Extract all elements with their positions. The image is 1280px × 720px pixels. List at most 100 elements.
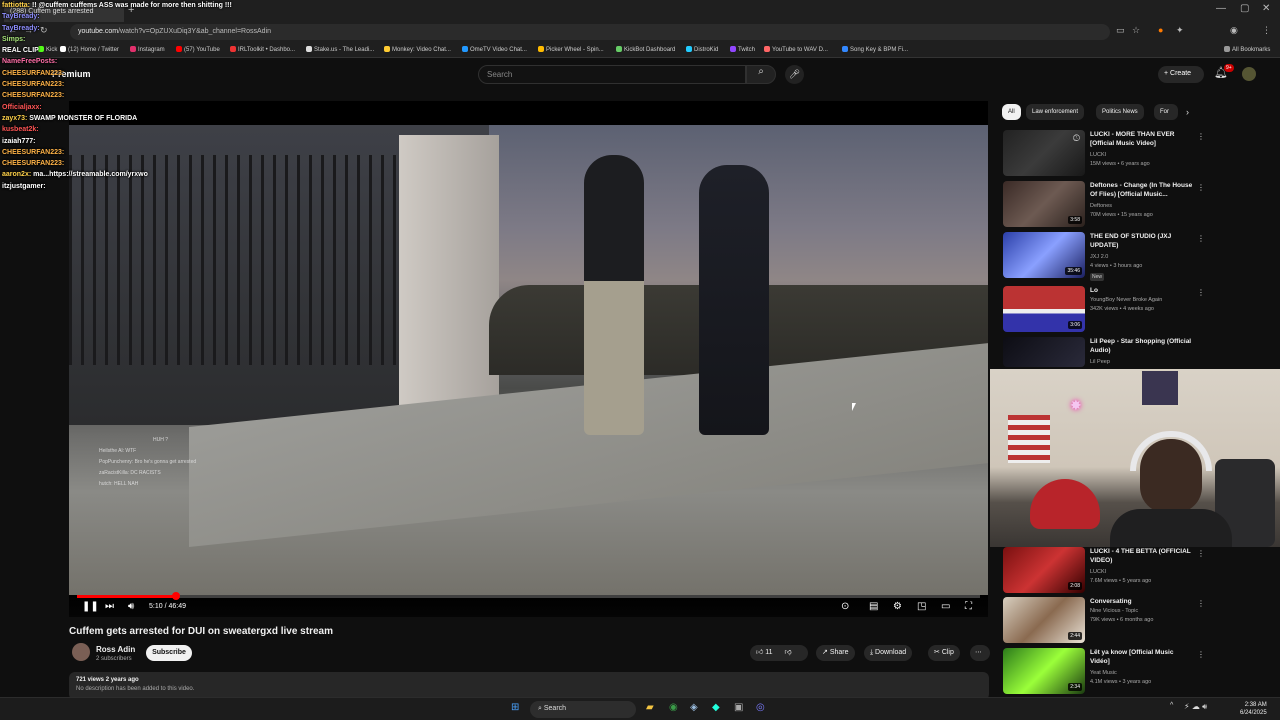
more-vertical-icon[interactable]: ⋮ xyxy=(1197,183,1205,192)
video-chat-overlay: HUH ? Heilsthe Al: WTF PopPunchenry: Bro… xyxy=(99,437,197,487)
subtitles-icon[interactable]: ▤ xyxy=(869,601,878,612)
video-thumbnail[interactable]: 2:44 xyxy=(1003,597,1085,643)
recommendation-item[interactable]: 2:08 LUCKI - 4 THE BETTA (OFFICIAL VIDEO… xyxy=(1003,547,1275,595)
more-actions-button[interactable]: ⋯ xyxy=(970,645,990,661)
minimize-button[interactable]: — xyxy=(1216,3,1226,14)
search-button[interactable]: ⌕ xyxy=(746,65,776,84)
recommendation-item[interactable]: Lil Peep - Star Shopping (Official Audio… xyxy=(1003,337,1275,367)
rec-meta: 15M views • 6 years ago xyxy=(1090,161,1150,167)
video-frame[interactable]: HUH ? Heilsthe Al: WTF PopPunchenry: Bro… xyxy=(69,125,988,595)
bookmark-ometv[interactable]: OmeTV Video Chat... xyxy=(462,46,527,53)
subscribe-button[interactable]: Subscribe xyxy=(146,645,192,661)
next-icon[interactable]: ⏭︎ xyxy=(105,601,114,612)
video-thumbnail[interactable]: 2:34 xyxy=(1003,648,1085,694)
autoplay-toggle-icon[interactable]: ⊙ xyxy=(841,601,849,612)
webcam-plush-toy xyxy=(1030,479,1100,529)
account-avatar[interactable] xyxy=(1242,67,1256,81)
cast-icon[interactable]: ▭ xyxy=(1116,25,1125,36)
windows-start-icon[interactable]: ⊞ xyxy=(511,702,519,713)
chip-for-you[interactable]: For xyxy=(1154,104,1178,120)
more-vertical-icon[interactable]: ⋮ xyxy=(1197,599,1205,608)
fullscreen-icon[interactable]: ⛶ xyxy=(965,601,972,612)
browser-menu-icon[interactable]: ⋮ xyxy=(1262,25,1271,36)
notification-count-badge: 9+ xyxy=(1224,64,1234,72)
extension-icon[interactable]: ● xyxy=(1158,25,1163,35)
bookmark-kickbot[interactable]: KickBot Dashboard xyxy=(616,46,675,53)
recommendation-item[interactable]: 3:58 Deftones - Change (In The House Of … xyxy=(1003,181,1275,229)
recommendation-item[interactable]: 35:46 THE END OF STUDIO (JXJ UPDATE) JXJ… xyxy=(1003,232,1275,281)
discord-icon[interactable]: ◎ xyxy=(756,702,765,713)
tray-chevron-icon[interactable]: ^ xyxy=(1170,702,1173,709)
volume-icon[interactable]: 🔊︎ xyxy=(128,601,134,612)
share-button[interactable]: ↗ Share xyxy=(816,645,855,661)
rec-meta: 70M views • 15 years ago xyxy=(1090,212,1153,218)
bookmark-distrokid[interactable]: DistroKid xyxy=(686,46,718,53)
maximize-button[interactable]: ▢ xyxy=(1240,3,1249,14)
channel-avatar[interactable] xyxy=(72,643,90,661)
time-display: 5:10 / 46:49 xyxy=(149,603,186,610)
channel-name[interactable]: Ross Adin xyxy=(96,645,135,654)
bookmark-star-icon[interactable]: ☆ xyxy=(1132,25,1140,36)
bookmark-song-key[interactable]: Song Key & BPM Fi... xyxy=(842,46,908,53)
video-thumbnail[interactable]: 3:58 xyxy=(1003,181,1085,227)
rec-channel: LUCKI xyxy=(1090,569,1107,575)
close-window-button[interactable]: ✕ xyxy=(1262,3,1270,14)
tray-icons[interactable]: ⚡︎ ☁︎ 🔊︎ xyxy=(1184,702,1207,712)
bookmark-twitch[interactable]: Twitch xyxy=(730,46,755,53)
video-thumbnail[interactable]: 3:06 xyxy=(1003,286,1085,332)
chip-politics-news[interactable]: Politics News xyxy=(1096,104,1144,120)
chevron-right-icon[interactable]: › xyxy=(1186,107,1189,117)
recommendation-item[interactable]: 3:06 Lo YoungBoy Never Broke Again 342K … xyxy=(1003,286,1275,334)
subscriber-count: 2 subscribers xyxy=(96,656,132,662)
video-thumbnail[interactable]: 35:46 xyxy=(1003,232,1085,278)
clip-button[interactable]: ✂ Clip xyxy=(928,645,960,661)
chip-law-enforcement[interactable]: Law enforcement xyxy=(1026,104,1085,120)
recommendation-item[interactable]: 🕓︎ LUCKI - MORE THAN EVER [Official Musi… xyxy=(1003,130,1275,178)
bookmark-stake[interactable]: Stake.us - The Leadi... xyxy=(306,46,374,53)
chrome-icon[interactable]: ◉ xyxy=(669,702,678,713)
search-input[interactable]: Search xyxy=(478,65,746,84)
taskbar-clock[interactable]: 2:38 AM 6/24/2025 xyxy=(1240,701,1267,717)
rec-meta: 7.6M views • 5 years ago xyxy=(1090,578,1152,584)
chip-all[interactable]: All xyxy=(1002,104,1021,120)
pause-icon[interactable]: ❚❚ xyxy=(82,601,99,612)
profile-icon[interactable]: ◉ xyxy=(1230,25,1238,36)
settings-gear-icon[interactable]: ⚙ xyxy=(893,601,902,612)
progress-fill xyxy=(77,595,177,598)
recommendation-item[interactable]: 2:34 Lët ya know [Official Music Vidéo] … xyxy=(1003,648,1275,696)
bookmark-monkey[interactable]: Monkey: Video Chat... xyxy=(384,46,451,53)
theater-mode-icon[interactable]: ▭ xyxy=(941,601,950,612)
more-vertical-icon[interactable]: ⋮ xyxy=(1197,234,1205,243)
create-button[interactable]: + Create xyxy=(1158,66,1204,83)
rec-title: Deftones - Change (In The House Of Flies… xyxy=(1090,182,1193,198)
progress-bar[interactable] xyxy=(77,592,980,600)
stream-chat-message: kusbeat2k: xyxy=(2,124,242,135)
rec-title: THE END OF STUDIO (JXJ UPDATE) xyxy=(1090,233,1172,249)
recommendation-item[interactable]: 2:44 Conversating Nine Vicious - Topic 7… xyxy=(1003,597,1275,645)
steam-icon[interactable]: ◈ xyxy=(690,702,698,713)
all-bookmarks[interactable]: All Bookmarks xyxy=(1224,46,1270,53)
more-vertical-icon[interactable]: ⋮ xyxy=(1197,650,1205,659)
more-vertical-icon[interactable]: ⋮ xyxy=(1197,132,1205,141)
taskbar-search[interactable]: ⌕ Search xyxy=(530,701,636,718)
video-thumbnail[interactable]: 2:08 xyxy=(1003,547,1085,593)
chat-username: CHEESURFAN223: xyxy=(2,160,65,168)
stream-chat-message: zayx73: SWAMP MONSTER OF FLORIDA xyxy=(2,113,242,124)
description-box[interactable]: 721 views 2 years ago No description has… xyxy=(69,672,989,700)
video-thumbnail[interactable]: 🕓︎ xyxy=(1003,130,1085,176)
bookmark-picker-wheel[interactable]: Picker Wheel - Spin... xyxy=(538,46,604,53)
voice-search-button[interactable]: 🎤︎ xyxy=(785,65,804,84)
video-thumbnail[interactable] xyxy=(1003,337,1085,367)
scrubber-handle[interactable] xyxy=(172,592,181,600)
miniplayer-icon[interactable]: ◳ xyxy=(917,601,926,612)
app-icon[interactable]: ◆ xyxy=(712,702,720,713)
download-button[interactable]: ⤓ Download xyxy=(864,645,913,661)
search-icon: ⌕ xyxy=(758,66,764,77)
app-icon[interactable]: ▣ xyxy=(734,702,743,713)
file-explorer-icon[interactable]: ▰ xyxy=(646,702,654,713)
more-vertical-icon[interactable]: ⋮ xyxy=(1197,549,1205,558)
bookmark-yt-to-wav[interactable]: YouTube to WAV D... xyxy=(764,46,828,53)
more-vertical-icon[interactable]: ⋮ xyxy=(1197,288,1205,297)
extensions-puzzle-icon[interactable]: ✦ xyxy=(1176,25,1184,36)
like-dislike-button[interactable]: 👍︎ 11 👎︎ xyxy=(750,645,808,661)
